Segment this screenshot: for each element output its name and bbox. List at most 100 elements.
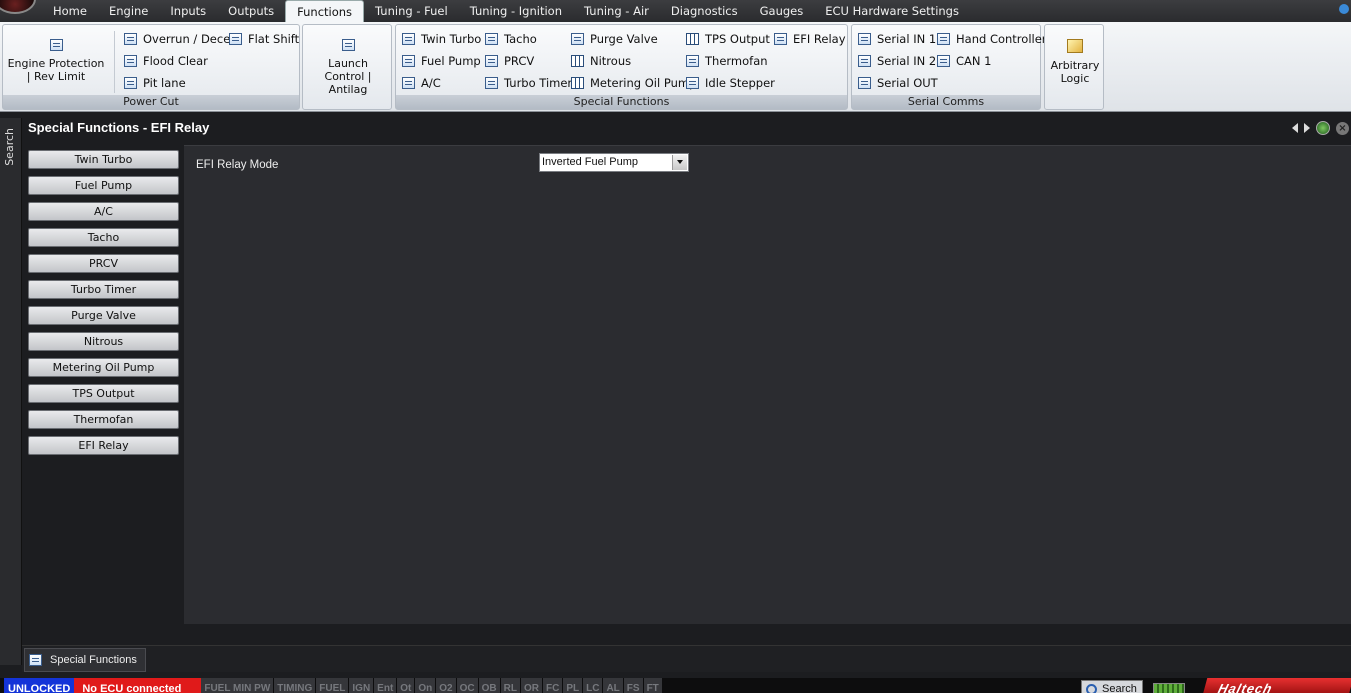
serial-in-2-button[interactable]: Serial IN 2 xyxy=(858,52,936,70)
prcv-button[interactable]: PRCV xyxy=(485,52,534,70)
pit-lane-button[interactable]: Pit lane xyxy=(124,74,186,92)
document-icon xyxy=(485,33,498,45)
group-launch-control: Launch Control | Antilag xyxy=(302,24,392,110)
list-button-thermofan[interactable]: Thermofan xyxy=(28,410,179,429)
app-menu-button[interactable] xyxy=(0,0,36,14)
tab-gauges[interactable]: Gauges xyxy=(749,0,815,22)
search-sidebar[interactable]: Search xyxy=(0,118,22,665)
page-title: Special Functions - EFI Relay xyxy=(28,120,210,135)
separator xyxy=(114,31,115,93)
chevron-down-icon[interactable] xyxy=(672,155,687,170)
status-indicator: TIMING xyxy=(274,678,316,693)
efi-relay-button[interactable]: EFI Relay xyxy=(774,30,846,48)
serial-in-1-button[interactable]: Serial IN 1 xyxy=(858,30,936,48)
list-button-tps-output[interactable]: TPS Output xyxy=(28,384,179,403)
ribbon: Engine Protection | Rev Limit Overrun / … xyxy=(0,22,1351,112)
document-icon xyxy=(686,77,699,89)
list-button-prcv[interactable]: PRCV xyxy=(28,254,179,273)
twin-turbo-button[interactable]: Twin Turbo xyxy=(402,30,481,48)
close-icon[interactable]: × xyxy=(1336,121,1349,135)
fuel-pump-button[interactable]: Fuel Pump xyxy=(402,52,481,70)
document-icon xyxy=(124,77,137,89)
metering-oil-pump-button[interactable]: Metering Oil Pump xyxy=(571,74,696,92)
tab-outputs[interactable]: Outputs xyxy=(217,0,285,22)
thermofan-button[interactable]: Thermofan xyxy=(686,52,768,70)
purge-valve-button[interactable]: Purge Valve xyxy=(571,30,658,48)
tps-output-button[interactable]: TPS Output xyxy=(686,30,770,48)
document-icon xyxy=(937,33,950,45)
launch-control-button[interactable]: Launch Control | Antilag xyxy=(307,39,389,96)
list-button-efi-relay[interactable]: EFI Relay xyxy=(28,436,179,455)
group-label-serial-comms: Serial Comms xyxy=(852,95,1040,109)
tab-ecu-hardware-settings[interactable]: ECU Hardware Settings xyxy=(814,0,970,22)
list-button-nitrous[interactable]: Nitrous xyxy=(28,332,179,351)
group-power-cut: Engine Protection | Rev Limit Overrun / … xyxy=(2,24,300,110)
tab-inputs[interactable]: Inputs xyxy=(159,0,217,22)
document-icon xyxy=(485,55,498,67)
menu-bar: Home Engine Inputs Outputs Functions Tun… xyxy=(0,0,1351,22)
document-tab-special-functions[interactable]: Special Functions xyxy=(24,648,146,672)
document-icon xyxy=(49,39,63,51)
function-button-list: Twin Turbo Fuel Pump A/C Tacho PRCV Turb… xyxy=(28,150,179,462)
next-arrow-icon[interactable] xyxy=(1304,123,1310,133)
status-search-button[interactable]: Search xyxy=(1081,680,1143,693)
serial-out-button[interactable]: Serial OUT xyxy=(858,74,938,92)
document-icon xyxy=(29,654,42,666)
list-button-fuel-pump[interactable]: Fuel Pump xyxy=(28,176,179,195)
gauge-icon[interactable] xyxy=(1316,121,1330,135)
flood-clear-button[interactable]: Flood Clear xyxy=(124,52,208,70)
brand-logo: Haltech xyxy=(1202,678,1351,693)
list-button-twin-turbo[interactable]: Twin Turbo xyxy=(28,150,179,169)
tacho-button[interactable]: Tacho xyxy=(485,30,537,48)
ac-button[interactable]: A/C xyxy=(402,74,441,92)
document-icon xyxy=(485,77,498,89)
status-indicator: LC xyxy=(583,678,603,693)
tab-engine[interactable]: Engine xyxy=(98,0,159,22)
can-1-button[interactable]: CAN 1 xyxy=(937,52,991,70)
panel-tools: × xyxy=(1292,121,1349,135)
efi-relay-mode-select[interactable]: Inverted Fuel Pump xyxy=(539,153,689,172)
document-icon xyxy=(858,33,871,45)
group-label-special-functions: Special Functions xyxy=(396,95,847,109)
overrun-decel-button[interactable]: Overrun / Decel xyxy=(124,30,233,48)
group-serial-comms: Serial IN 1 Serial IN 2 Serial OUT Hand … xyxy=(851,24,1047,110)
tab-tuning-fuel[interactable]: Tuning - Fuel xyxy=(364,0,459,22)
connection-icon xyxy=(1153,683,1185,693)
search-sidebar-label: Search xyxy=(3,128,16,166)
nitrous-button[interactable]: Nitrous xyxy=(571,52,631,70)
document-icon xyxy=(229,33,242,45)
list-button-ac[interactable]: A/C xyxy=(28,202,179,221)
document-icon xyxy=(341,39,355,51)
group-special-functions: Twin Turbo Fuel Pump A/C Tacho PRCV Turb… xyxy=(395,24,848,110)
group-arbitrary-logic: Arbitrary Logic xyxy=(1044,24,1104,110)
turbo-timer-button[interactable]: Turbo Timer xyxy=(485,74,572,92)
previous-arrow-icon[interactable] xyxy=(1292,123,1298,133)
tab-functions[interactable]: Functions xyxy=(285,0,365,22)
status-indicator: Ot xyxy=(397,678,415,693)
flat-shift-button[interactable]: Flat Shift xyxy=(229,30,299,48)
status-indicator: OB xyxy=(478,678,500,693)
table-icon xyxy=(571,55,584,67)
idle-stepper-button[interactable]: Idle Stepper xyxy=(686,74,775,92)
hand-controller-button[interactable]: Hand Controller xyxy=(937,30,1047,48)
status-indicator: FS xyxy=(623,678,643,693)
status-indicator: FUEL MIN PW xyxy=(201,678,274,693)
arbitrary-logic-button[interactable]: Arbitrary Logic xyxy=(1047,39,1103,85)
list-button-metering-oil-pump[interactable]: Metering Oil Pump xyxy=(28,358,179,377)
list-button-tacho[interactable]: Tacho xyxy=(28,228,179,247)
help-icon[interactable] xyxy=(1339,4,1349,14)
status-indicator: OC xyxy=(456,678,478,693)
menu-tabs: Home Engine Inputs Outputs Functions Tun… xyxy=(42,0,970,22)
status-indicator: OR xyxy=(520,678,542,693)
tab-tuning-air[interactable]: Tuning - Air xyxy=(573,0,660,22)
document-icon xyxy=(571,33,584,45)
list-button-purge-valve[interactable]: Purge Valve xyxy=(28,306,179,325)
list-button-turbo-timer[interactable]: Turbo Timer xyxy=(28,280,179,299)
document-tab-bar: Special Functions xyxy=(22,645,1351,672)
efi-relay-mode-label: EFI Relay Mode xyxy=(196,159,279,171)
engine-protection-button[interactable]: Engine Protection | Rev Limit xyxy=(7,39,105,83)
tab-tuning-ignition[interactable]: Tuning - Ignition xyxy=(459,0,573,22)
tab-home[interactable]: Home xyxy=(42,0,98,22)
tab-diagnostics[interactable]: Diagnostics xyxy=(660,0,749,22)
document-icon xyxy=(124,33,137,45)
